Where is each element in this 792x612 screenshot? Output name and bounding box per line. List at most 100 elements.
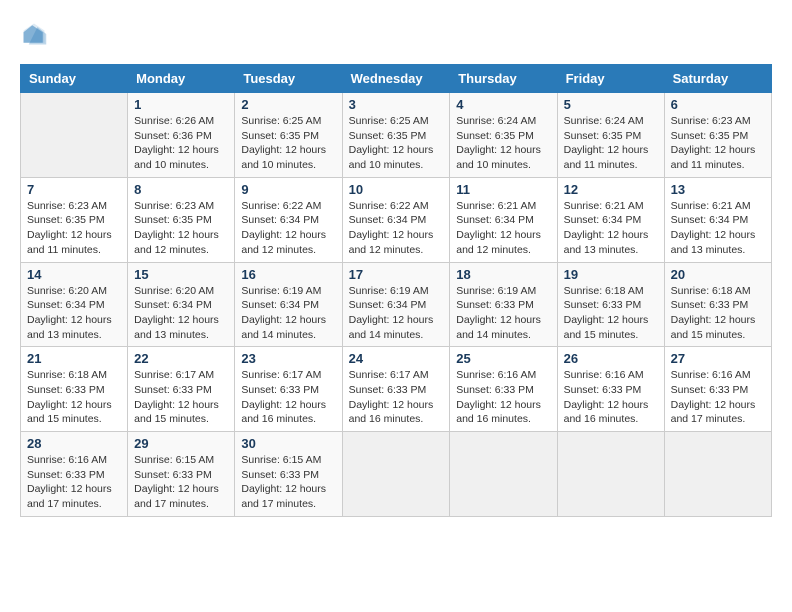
- day-info: Sunrise: 6:17 AMSunset: 6:33 PMDaylight:…: [349, 368, 444, 427]
- day-info: Sunrise: 6:23 AMSunset: 6:35 PMDaylight:…: [27, 199, 121, 258]
- day-info: Sunrise: 6:24 AMSunset: 6:35 PMDaylight:…: [456, 114, 550, 173]
- day-info: Sunrise: 6:21 AMSunset: 6:34 PMDaylight:…: [456, 199, 550, 258]
- day-info: Sunrise: 6:21 AMSunset: 6:34 PMDaylight:…: [564, 199, 658, 258]
- day-info: Sunrise: 6:18 AMSunset: 6:33 PMDaylight:…: [671, 284, 765, 343]
- calendar-cell: 3 Sunrise: 6:25 AMSunset: 6:35 PMDaylight…: [342, 93, 450, 178]
- calendar-cell: 23Sunrise: 6:17 AMSunset: 6:33 PMDayligh…: [235, 347, 342, 432]
- day-number: 3: [349, 97, 444, 112]
- day-number: 9: [241, 182, 335, 197]
- calendar-cell: [21, 93, 128, 178]
- day-info: Sunrise: 6:22 AMSunset: 6:34 PMDaylight:…: [241, 199, 335, 258]
- day-info: Sunrise: 6:19 AMSunset: 6:33 PMDaylight:…: [456, 284, 550, 343]
- day-number: 30: [241, 436, 335, 451]
- day-info: Sunrise: 6:21 AMSunset: 6:34 PMDaylight:…: [671, 199, 765, 258]
- day-number: 6: [671, 97, 765, 112]
- calendar-cell: 26 Sunrise: 6:16 AMSunset: 6:33 PMDayligh…: [557, 347, 664, 432]
- calendar-cell: 17 Sunrise: 6:19 AMSunset: 6:34 PMDayligh…: [342, 262, 450, 347]
- day-number: 17: [349, 267, 444, 282]
- column-header-tuesday: Tuesday: [235, 65, 342, 93]
- calendar-cell: 24 Sunrise: 6:17 AMSunset: 6:33 PMDayligh…: [342, 347, 450, 432]
- calendar-cell: 30 Sunrise: 6:15 AMSunset: 6:33 PMDayligh…: [235, 432, 342, 517]
- calendar-cell: [557, 432, 664, 517]
- day-info: Sunrise: 6:23 AMSunset: 6:35 PMDaylight:…: [671, 114, 765, 173]
- calendar-cell: 22 Sunrise: 6:17 AMSunset: 6:33 PMDayligh…: [128, 347, 235, 432]
- day-number: 29: [134, 436, 228, 451]
- day-info: Sunrise: 6:15 AMSunset: 6:33 PMDaylight:…: [241, 453, 335, 512]
- calendar-cell: 10 Sunrise: 6:22 AMSunset: 6:34 PMDayligh…: [342, 177, 450, 262]
- day-info: Sunrise: 6:20 AMSunset: 6:34 PMDaylight:…: [134, 284, 228, 343]
- day-info: Sunrise: 6:19 AMSunset: 6:34 PMDaylight:…: [349, 284, 444, 343]
- day-info: Sunrise: 6:16 AMSunset: 6:33 PMDaylight:…: [27, 453, 121, 512]
- day-info: Sunrise: 6:25 AMSunset: 6:35 PMDaylight:…: [349, 114, 444, 173]
- calendar-cell: 4 Sunrise: 6:24 AMSunset: 6:35 PMDaylight…: [450, 93, 557, 178]
- day-number: 10: [349, 182, 444, 197]
- day-number: 20: [671, 267, 765, 282]
- column-header-thursday: Thursday: [450, 65, 557, 93]
- calendar-cell: 21 Sunrise: 6:18 AMSunset: 6:33 PMDayligh…: [21, 347, 128, 432]
- day-number: 26: [564, 351, 658, 366]
- logo-icon: [20, 20, 48, 48]
- day-info: Sunrise: 6:25 AMSunset: 6:35 PMDaylight:…: [241, 114, 335, 173]
- day-number: 27: [671, 351, 765, 366]
- day-number: 13: [671, 182, 765, 197]
- calendar-cell: 1 Sunrise: 6:26 AMSunset: 6:36 PMDaylight…: [128, 93, 235, 178]
- calendar-cell: [450, 432, 557, 517]
- calendar-cell: [342, 432, 450, 517]
- day-number: 24: [349, 351, 444, 366]
- day-number: 28: [27, 436, 121, 451]
- day-number: 1: [134, 97, 228, 112]
- day-number: 4: [456, 97, 550, 112]
- logo: [20, 20, 52, 48]
- calendar-cell: 19Sunrise: 6:18 AMSunset: 6:33 PMDayligh…: [557, 262, 664, 347]
- day-info: Sunrise: 6:23 AMSunset: 6:35 PMDaylight:…: [134, 199, 228, 258]
- day-number: 19: [564, 267, 658, 282]
- calendar-cell: 16Sunrise: 6:19 AMSunset: 6:34 PMDayligh…: [235, 262, 342, 347]
- day-info: Sunrise: 6:18 AMSunset: 6:33 PMDaylight:…: [27, 368, 121, 427]
- day-number: 22: [134, 351, 228, 366]
- day-number: 2: [241, 97, 335, 112]
- calendar-cell: 20 Sunrise: 6:18 AMSunset: 6:33 PMDayligh…: [664, 262, 771, 347]
- day-info: Sunrise: 6:16 AMSunset: 6:33 PMDaylight:…: [456, 368, 550, 427]
- column-header-saturday: Saturday: [664, 65, 771, 93]
- calendar-week-1: 1 Sunrise: 6:26 AMSunset: 6:36 PMDaylight…: [21, 93, 772, 178]
- day-number: 12: [564, 182, 658, 197]
- calendar-cell: 25 Sunrise: 6:16 AMSunset: 6:33 PMDayligh…: [450, 347, 557, 432]
- day-number: 15: [134, 267, 228, 282]
- calendar-table: SundayMondayTuesdayWednesdayThursdayFrid…: [20, 64, 772, 517]
- calendar-cell: 7 Sunrise: 6:23 AMSunset: 6:35 PMDaylight…: [21, 177, 128, 262]
- day-number: 7: [27, 182, 121, 197]
- day-number: 8: [134, 182, 228, 197]
- calendar-cell: 11 Sunrise: 6:21 AMSunset: 6:34 PMDayligh…: [450, 177, 557, 262]
- calendar-cell: 5 Sunrise: 6:24 AMSunset: 6:35 PMDaylight…: [557, 93, 664, 178]
- day-info: Sunrise: 6:17 AMSunset: 6:33 PMDaylight:…: [134, 368, 228, 427]
- page-header: [20, 20, 772, 48]
- day-info: Sunrise: 6:15 AMSunset: 6:33 PMDaylight:…: [134, 453, 228, 512]
- calendar-cell: 6 Sunrise: 6:23 AMSunset: 6:35 PMDaylight…: [664, 93, 771, 178]
- day-info: Sunrise: 6:24 AMSunset: 6:35 PMDaylight:…: [564, 114, 658, 173]
- calendar-week-5: 28 Sunrise: 6:16 AMSunset: 6:33 PMDayligh…: [21, 432, 772, 517]
- calendar-cell: 13 Sunrise: 6:21 AMSunset: 6:34 PMDayligh…: [664, 177, 771, 262]
- column-header-wednesday: Wednesday: [342, 65, 450, 93]
- day-number: 5: [564, 97, 658, 112]
- day-info: Sunrise: 6:17 AMSunset: 6:33 PMDaylight:…: [241, 368, 335, 427]
- calendar-cell: 28 Sunrise: 6:16 AMSunset: 6:33 PMDayligh…: [21, 432, 128, 517]
- day-info: Sunrise: 6:16 AMSunset: 6:33 PMDaylight:…: [671, 368, 765, 427]
- day-number: 21: [27, 351, 121, 366]
- column-header-sunday: Sunday: [21, 65, 128, 93]
- column-header-friday: Friday: [557, 65, 664, 93]
- column-header-monday: Monday: [128, 65, 235, 93]
- calendar-cell: 29 Sunrise: 6:15 AMSunset: 6:33 PMDayligh…: [128, 432, 235, 517]
- calendar-cell: 27 Sunrise: 6:16 AMSunset: 6:33 PMDayligh…: [664, 347, 771, 432]
- day-number: 11: [456, 182, 550, 197]
- day-number: 25: [456, 351, 550, 366]
- day-info: Sunrise: 6:26 AMSunset: 6:36 PMDaylight:…: [134, 114, 228, 173]
- day-info: Sunrise: 6:19 AMSunset: 6:34 PMDaylight:…: [241, 284, 335, 343]
- calendar-cell: 9 Sunrise: 6:22 AMSunset: 6:34 PMDaylight…: [235, 177, 342, 262]
- calendar-cell: 2 Sunrise: 6:25 AMSunset: 6:35 PMDaylight…: [235, 93, 342, 178]
- day-info: Sunrise: 6:20 AMSunset: 6:34 PMDaylight:…: [27, 284, 121, 343]
- day-info: Sunrise: 6:22 AMSunset: 6:34 PMDaylight:…: [349, 199, 444, 258]
- day-number: 18: [456, 267, 550, 282]
- calendar-week-2: 7 Sunrise: 6:23 AMSunset: 6:35 PMDaylight…: [21, 177, 772, 262]
- day-info: Sunrise: 6:16 AMSunset: 6:33 PMDaylight:…: [564, 368, 658, 427]
- calendar-cell: 8 Sunrise: 6:23 AMSunset: 6:35 PMDaylight…: [128, 177, 235, 262]
